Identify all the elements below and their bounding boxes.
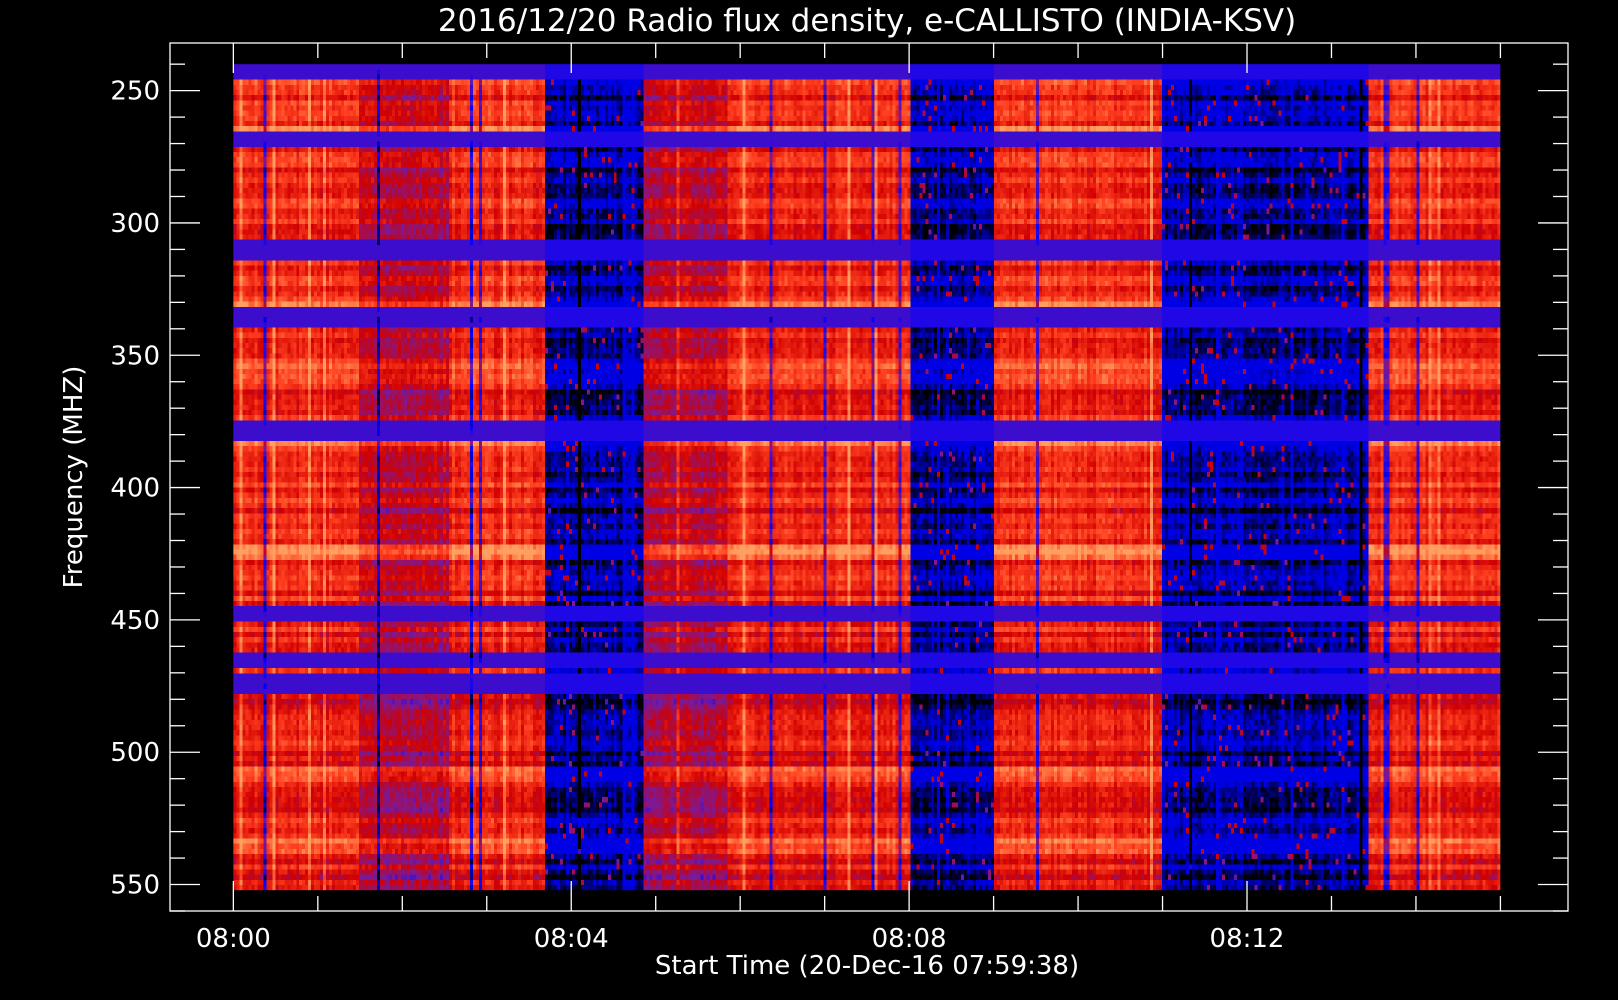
y-tick-label: 550 — [110, 871, 160, 901]
x-axis-label: Start Time (20-Dec-16 07:59:38) — [655, 951, 1079, 981]
y-tick-label: 400 — [110, 474, 160, 504]
y-axis-label: Frequency (MHZ) — [59, 366, 89, 589]
x-tick-label: 08:08 — [872, 924, 947, 954]
y-tick-label: 450 — [110, 606, 160, 636]
x-tick-label: 08:04 — [534, 924, 609, 954]
x-tick-label: 08:12 — [1210, 924, 1285, 954]
chart-title: 2016/12/20 Radio flux density, e-CALLIST… — [438, 3, 1296, 39]
spectrogram-heatmap — [233, 64, 1501, 891]
y-tick-label: 350 — [110, 341, 160, 371]
y-tick-label: 250 — [110, 77, 160, 107]
spectrogram-figure: 2016/12/20 Radio flux density, e-CALLIST… — [0, 0, 1618, 1000]
y-tick-label: 300 — [110, 209, 160, 239]
y-tick-label: 500 — [110, 738, 160, 768]
x-tick-label: 08:00 — [196, 924, 271, 954]
spectrogram-image — [233, 64, 1501, 891]
